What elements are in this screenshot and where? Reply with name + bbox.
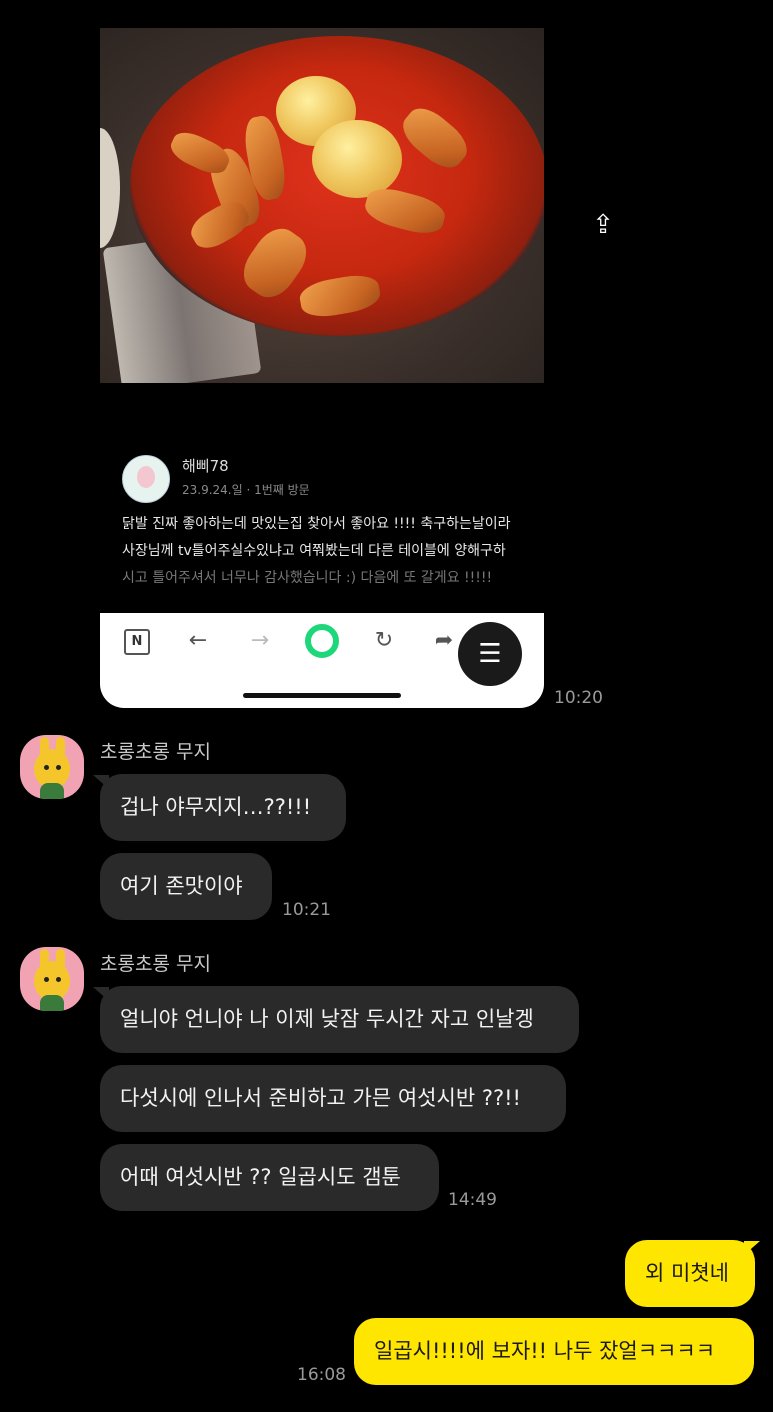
side-plate [100,128,120,248]
share-button[interactable]: ⇪ [578,200,628,250]
home-indicator [243,693,401,698]
timestamp: 16:08 [297,1365,346,1385]
avatar[interactable] [20,947,84,1011]
timestamp: 10:21 [282,900,331,920]
review-text: 닭발 진짜 좋아하는데 맛있는집 찾아서 좋아요 !!!! 축구하는날이라 사장… [122,511,532,592]
review-line: 시고 틀어주셔서 너무나 감사했습니다 :) 다음에 또 갈게요 !!!!! [122,570,493,586]
sender-name: 초롱초롱 무지 [100,741,211,763]
timestamp: 14:49 [448,1190,497,1210]
egg [312,120,402,198]
text-scan-button[interactable]: ☰ [458,622,522,686]
review-line: 사장님께 tv틀어주실수있냐고 여쭤봤는데 다른 테이블에 양해구하 [122,543,506,559]
shared-image-card[interactable]: 해삐78 23.9.24.일 · 1번째 방문 닭발 진짜 좋아하는데 맛있는집… [100,0,544,708]
review-line: 닭발 진짜 좋아하는데 맛있는집 찾아서 좋아요 !!!! 축구하는날이라 [122,516,511,532]
bubble-tail [744,1241,760,1255]
green-dot-icon [305,624,339,658]
timestamp: 10:20 [554,688,603,708]
my-message-bubble[interactable]: 일곱시!!!!에 보자!! 나두 잤얼ㅋㅋㅋㅋ [354,1318,754,1385]
share-icon: ⇪ [592,210,614,240]
sender-name: 초롱초롱 무지 [100,953,211,975]
reviewer-name: 해삐78 [182,457,229,475]
my-message-bubble[interactable]: 외 미쳣네 [625,1240,755,1307]
message-bubble[interactable]: 다섯시에 인나서 준비하고 가믄 여섯시반 ??!! [100,1065,566,1132]
refresh-icon: ↻ [374,628,394,653]
text-scan-icon: ☰ [478,639,502,669]
message-bubble[interactable]: 여기 존맛이야 [100,853,272,920]
message-bubble[interactable]: 겁나 야무지지…??!!! [100,774,346,841]
review-section: 해삐78 23.9.24.일 · 1번째 방문 닭발 진짜 좋아하는데 맛있는집… [100,383,544,613]
review-meta: 23.9.24.일 · 1번째 방문 [182,483,310,497]
reviewer-avatar [122,455,170,503]
food-photo [100,28,544,383]
naver-n-icon: N [124,629,150,655]
message-bubble[interactable]: 어때 여섯시반 ?? 일곱시도 갬툰 [100,1144,439,1211]
arrow-right-icon: → [250,628,270,653]
avatar[interactable] [20,735,84,799]
share-arrow-icon: ➦ [434,628,454,653]
browser-toolbar: N ← → ↻ ➦ ☰ [100,613,544,708]
message-bubble[interactable]: 얼니야 언니야 나 이제 낮잠 두시간 자고 인날겡 [100,986,579,1053]
arrow-left-icon: ← [188,628,208,653]
